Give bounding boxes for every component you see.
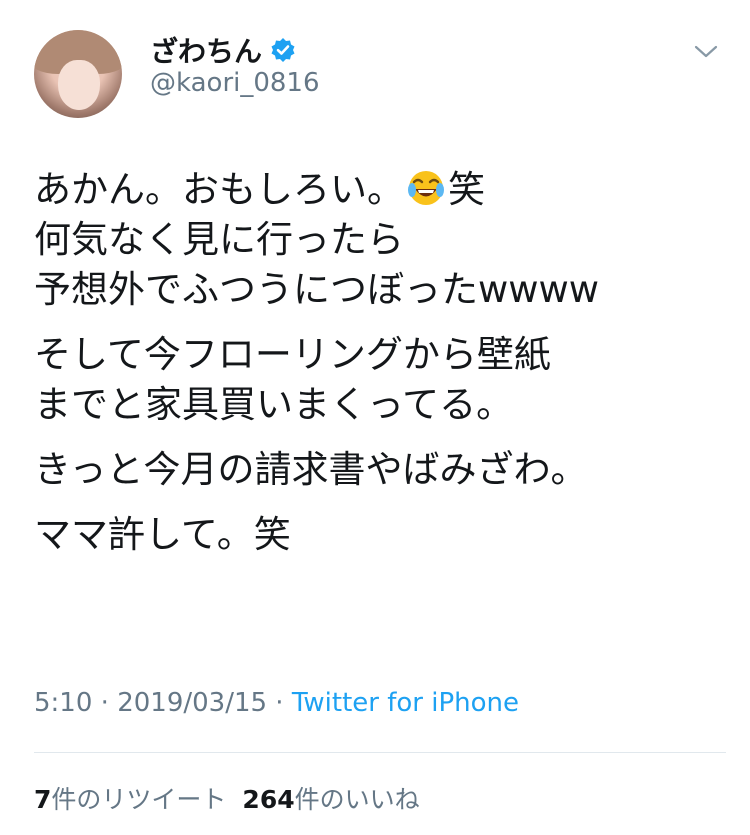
name-row: ざわちん [150, 30, 296, 70]
divider [34, 752, 726, 753]
tweet-paragraph: ママ許して。笑 [34, 510, 724, 560]
verified-badge-icon [270, 37, 296, 63]
face-with-tears-of-joy-icon [406, 168, 446, 208]
user-handle[interactable]: @kaori_0816 [150, 68, 320, 98]
likes-stat[interactable]: 264件のいいね [242, 785, 419, 814]
tweet-line: きっと今月の請求書やばみざわ。 [34, 448, 588, 491]
display-name[interactable]: ざわちん [150, 30, 262, 70]
likes-count: 264 [242, 785, 295, 814]
tweet-date[interactable]: 2019/03/15 [117, 688, 267, 718]
tweet-line: 何気なく見に行ったら [34, 218, 404, 261]
tweet-line: 予想外でふつうにつぼったwwww [34, 268, 600, 311]
tweet-meta: 5:10 · 2019/03/15 · Twitter for iPhone [34, 688, 519, 718]
tweet-line-text: あかん。おもしろい。 [34, 168, 404, 211]
tweet-text: あかん。おもしろい。 笑 何気なく見に行ったら 予想外でふつうにつぼったwwww… [34, 165, 724, 575]
tweet-line: までと家具買いまくってる。 [34, 383, 514, 426]
tweet-paragraph: きっと今月の請求書やばみざわ。 [34, 445, 724, 495]
retweets-stat[interactable]: 7件のリツイート [34, 785, 226, 814]
likes-label: 件のいいね [294, 785, 420, 814]
avatar[interactable] [34, 30, 122, 118]
meta-separator: · [92, 688, 118, 718]
avatar-face [58, 60, 100, 110]
tweet-paragraph: あかん。おもしろい。 笑 何気なく見に行ったら 予想外でふつうにつぼったwwww [34, 165, 724, 315]
meta-separator: · [267, 688, 292, 718]
tweet-line: ママ許して。笑 [34, 513, 291, 556]
retweets-label: 件のリツイート [51, 785, 227, 814]
tweet-stats: 7件のリツイート 264件のいいね [34, 780, 420, 816]
tweet-line: そして今フローリングから壁紙 [34, 333, 551, 376]
chevron-down-icon[interactable] [692, 40, 720, 62]
tweet-line-text: 笑 [448, 168, 485, 211]
tweet-time: 5:10 [34, 688, 93, 718]
tweet-source-link[interactable]: Twitter for iPhone [292, 688, 519, 718]
retweets-count: 7 [34, 785, 52, 814]
tweet-paragraph: そして今フローリングから壁紙 までと家具買いまくってる。 [34, 330, 724, 430]
tweet-line: あかん。おもしろい。 笑 [34, 165, 724, 215]
